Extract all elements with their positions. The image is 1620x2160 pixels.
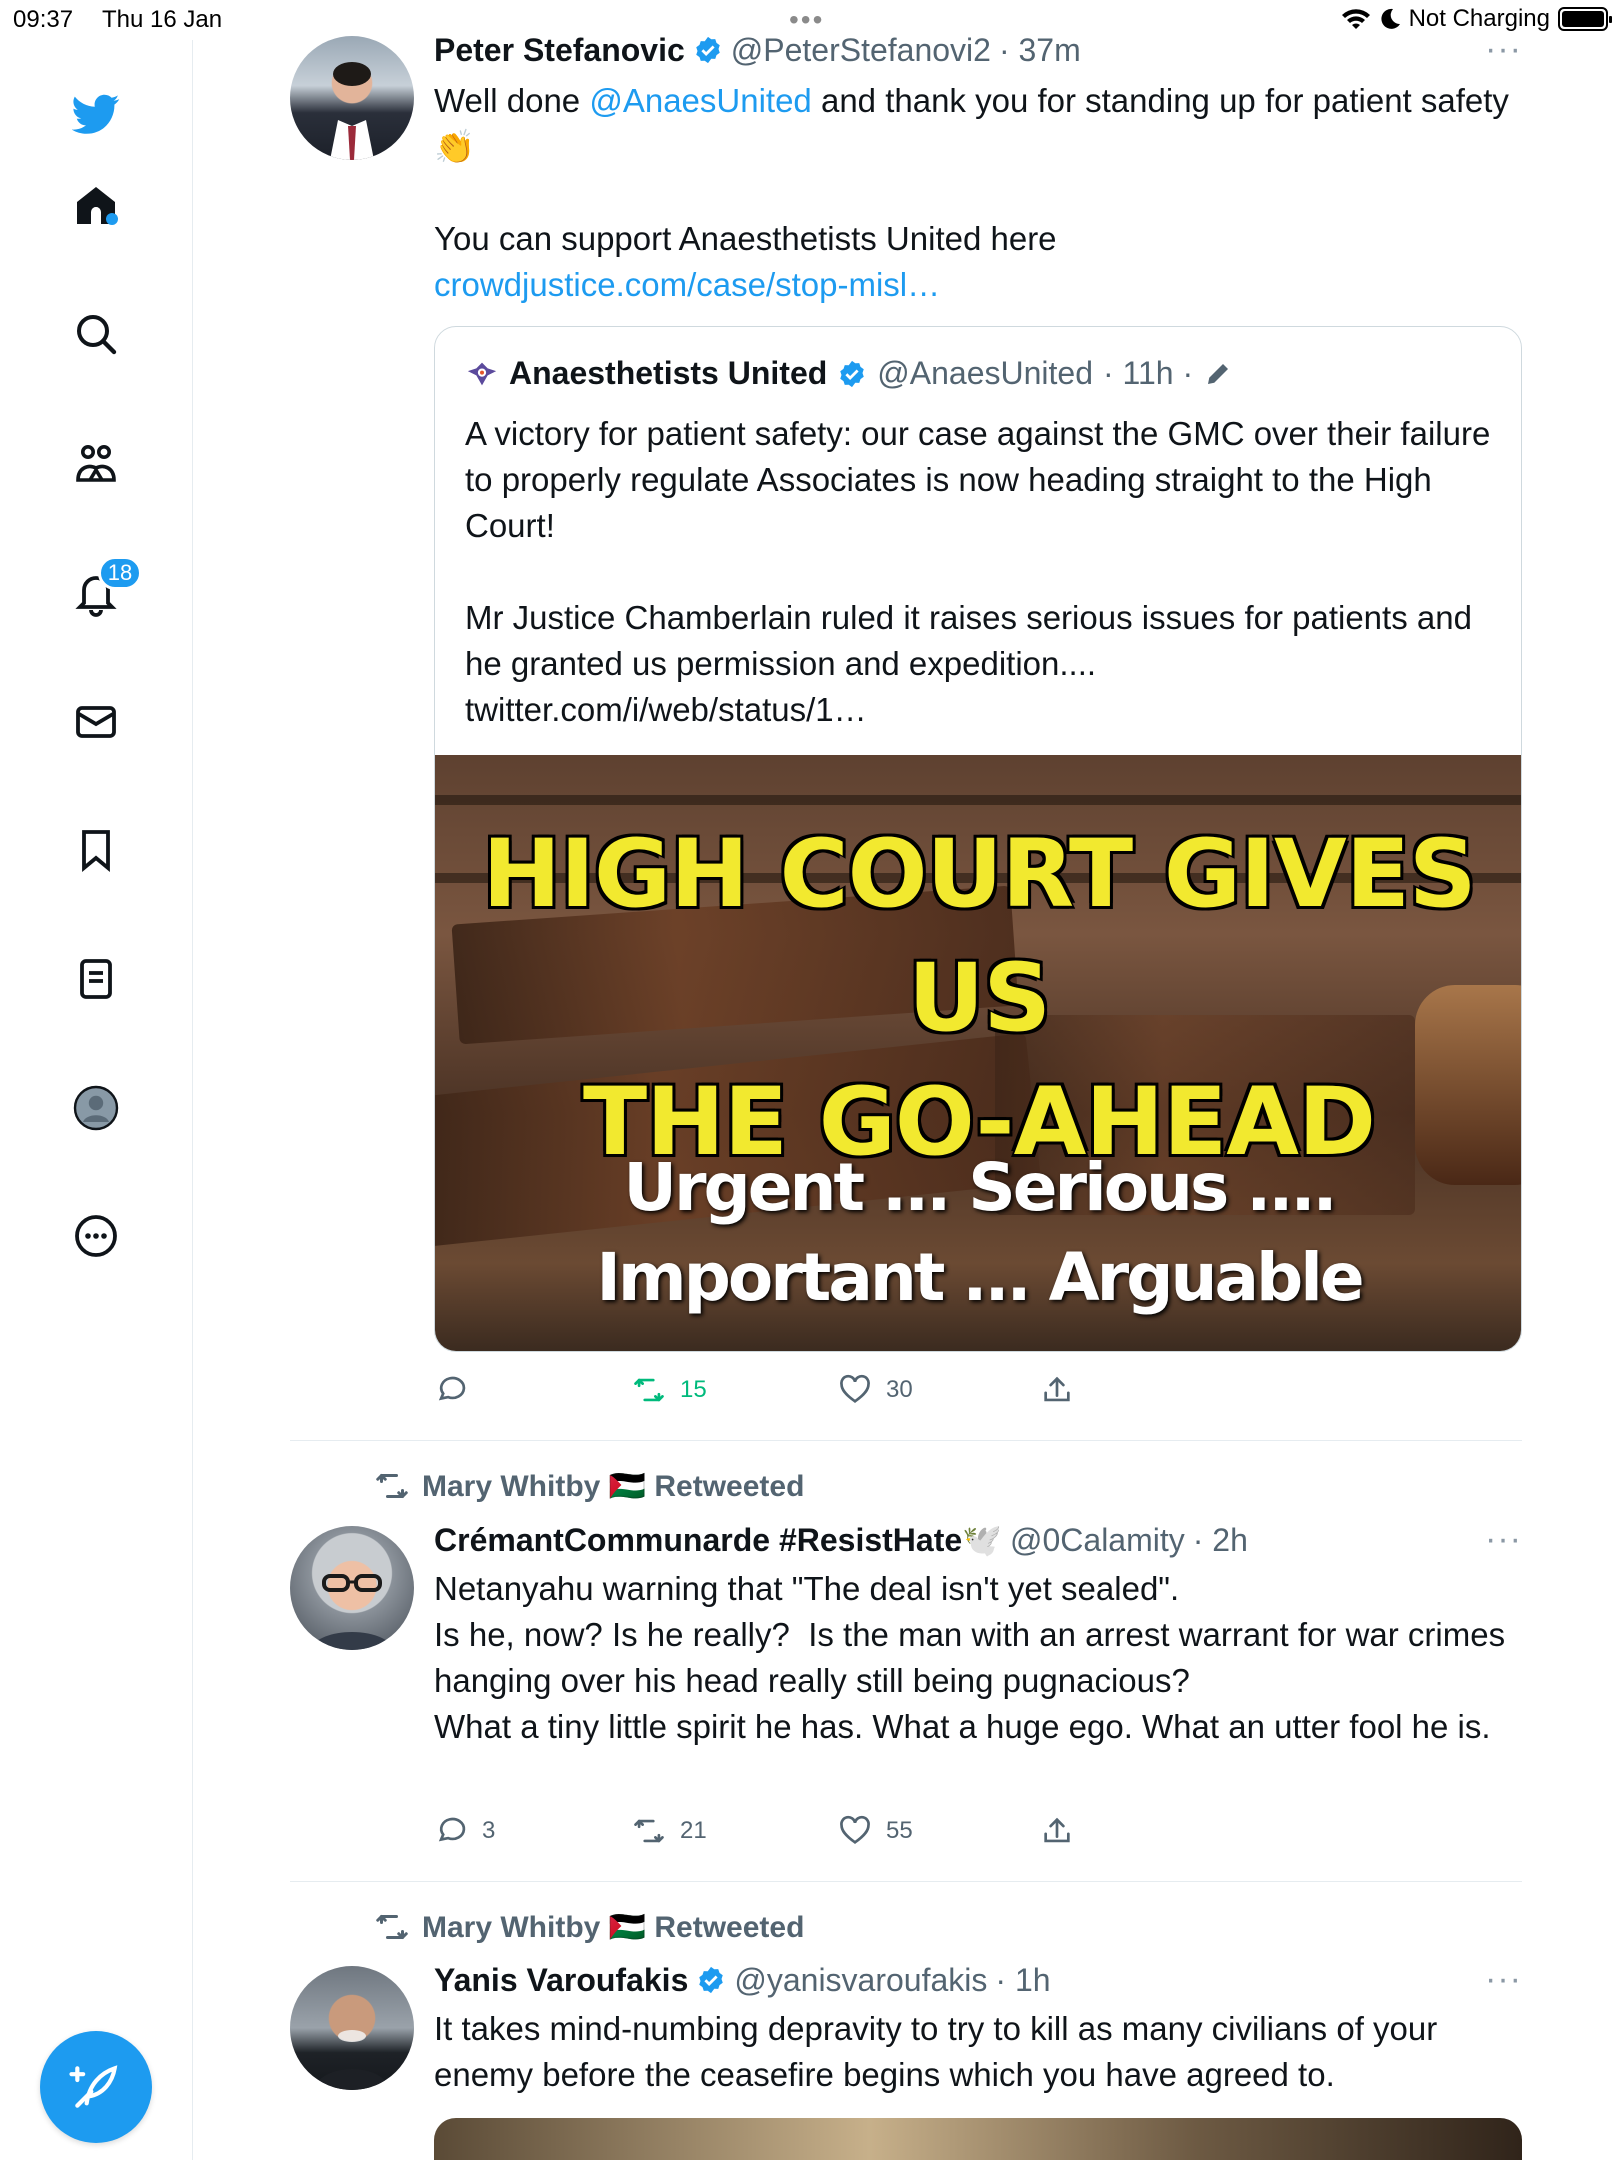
retweeted-by[interactable]: Mary Whitby 🇵🇸 Retweeted [374,1909,804,1945]
tweet-text-part: Well done [434,82,590,119]
external-link[interactable]: crowdjustice.com/case/stop-misl… [434,266,940,303]
author-handle[interactable]: @0Calamity [1010,1522,1185,1559]
author-handle[interactable]: @PeterStefanovi2 [731,32,991,69]
notifications-count-badge: 18 [98,556,142,590]
messages-envelope-icon[interactable] [70,696,122,748]
retweet-icon [634,1378,664,1402]
profile-avatar-icon[interactable] [70,1082,122,1134]
tweet-header: Peter Stefanovic @PeterStefanovi2 · 37m [434,30,1522,70]
mention-link[interactable]: @AnaesUnited [589,82,811,119]
avatar[interactable] [290,1966,414,2090]
reply-icon [438,1376,466,1401]
retweet-count: 15 [680,1376,707,1403]
quoted-tweet-image[interactable]: HIGH COURT GIVES US THE GO-AHEAD Urgent .… [435,755,1521,1351]
image-headline: HIGH COURT GIVES US THE GO-AHEAD [435,813,1521,1185]
bookmarks-icon[interactable] [70,824,122,876]
retweet-icon [376,1474,408,1498]
wifi-icon [1341,9,1370,29]
lists-icon[interactable] [70,953,122,1005]
tweet-text: Netanyahu warning that "The deal isn't y… [434,1570,1506,1745]
tweet-timestamp[interactable]: · 2h [1193,1522,1248,1559]
image-subtitle: Urgent ... Serious .... Important ... Arg… [435,1143,1521,1323]
tweet-timestamp[interactable]: · 1h [995,1962,1050,1999]
tweet-divider [290,1881,1522,1882]
verified-badge-icon [696,36,720,64]
avatar[interactable] [290,36,414,160]
quoted-tweet-card[interactable]: Anaesthetists United @AnaesUnited · 11h … [434,326,1522,1352]
tweet-more-menu[interactable]: ··· [1485,30,1522,69]
heart-icon [840,1815,870,1844]
status-date: Thu 16 Jan [102,6,223,33]
author-name[interactable]: Peter Stefanovic [434,32,685,69]
image-subtitle-line: Important ... Arguable [596,1239,1364,1316]
anaesthetists-united-logo-icon [467,362,497,385]
status-right: Not Charging [1341,5,1612,33]
quoted-tweet-text: A victory for patient safety: our case a… [465,415,1491,728]
heart-icon [840,1374,870,1403]
search-icon[interactable] [70,308,122,360]
compose-feather-icon [69,2065,118,2108]
author-handle[interactable]: @yanisvaroufakis [734,1962,987,1999]
quoted-author-handle[interactable]: @AnaesUnited [877,355,1093,392]
tweet-media-preview[interactable] [434,2118,1522,2160]
quoted-tweet-timestamp[interactable]: · 11h · [1103,355,1193,392]
share-button[interactable] [1040,1365,1074,1415]
author-name[interactable]: Yanis Varoufakis [434,1962,688,1999]
share-icon [1044,1376,1070,1402]
edited-pencil-icon [1208,363,1229,384]
avatar[interactable] [290,1526,414,1650]
status-time: 09:37 [13,6,74,33]
reply-button[interactable]: 3 [434,1806,495,1856]
tweet-timestamp[interactable]: · 37m [999,32,1081,69]
quoted-tweet-header: Anaesthetists United @AnaesUnited · 11h … [465,355,1233,392]
retweet-button[interactable]: 15 [632,1365,707,1415]
tweet-text: It takes mind-numbing depravity to try t… [434,2010,1447,2093]
tweet-header: CrémantCommunarde #ResistHate🕊️ @0Calami… [434,1520,1522,1560]
verified-badge-icon [699,1966,724,1994]
reply-icon [438,1817,466,1842]
like-count: 30 [886,1376,913,1403]
reply-button[interactable] [434,1365,482,1415]
tweet-actions: 15 30 [434,1365,1134,1415]
tweet-text: Well done @AnaesUnited and thank you for… [434,78,1522,308]
retweeted-by-label: Mary Whitby 🇵🇸 Retweeted [422,1469,805,1503]
image-subtitle-line: Urgent ... Serious .... [623,1149,1337,1226]
moon-icon [1380,8,1400,29]
charging-status: Not Charging [1408,5,1550,32]
verified-badge-icon [840,360,865,387]
tweet[interactable]: Yanis Varoufakis @yanisvaroufakis · 1h ·… [290,1960,1522,2120]
battery-icon [1558,7,1612,31]
tweet-divider [290,1440,1522,1441]
retweeted-by[interactable]: Mary Whitby 🇵🇸 Retweeted [374,1468,804,1504]
tweet-more-menu[interactable]: ··· [1485,1960,1522,1999]
image-shelf-decoration [435,795,1521,805]
reply-count: 3 [482,1817,496,1844]
communities-icon[interactable] [70,438,122,490]
retweet-button[interactable]: 21 [632,1806,707,1856]
tweet-actions: 3 21 55 [434,1806,1134,1856]
like-button[interactable]: 30 [838,1365,913,1415]
twitter-logo-icon[interactable] [70,88,122,140]
retweeted-by-label: Mary Whitby 🇵🇸 Retweeted [422,1910,805,1944]
retweet-icon [634,1819,664,1843]
more-options-icon[interactable] [70,1210,122,1262]
like-button[interactable]: 55 [838,1806,913,1856]
compose-tweet-button[interactable] [40,2031,152,2143]
share-button[interactable] [1040,1806,1074,1856]
share-icon [1044,1817,1070,1843]
home-unread-dot [106,213,118,225]
author-name[interactable]: CrémantCommunarde #ResistHate🕊️ [434,1521,1002,1559]
image-headline-line: HIGH COURT GIVES US [482,820,1476,1053]
like-count: 55 [886,1817,913,1844]
tweet-more-menu[interactable]: ··· [1485,1520,1522,1559]
tweet-header: Yanis Varoufakis @yanisvaroufakis · 1h [434,1960,1522,2000]
retweet-count: 21 [680,1817,707,1844]
retweet-icon [376,1915,408,1939]
sidebar: 18 [0,40,193,2160]
quoted-author-name[interactable]: Anaesthetists United [509,355,827,392]
